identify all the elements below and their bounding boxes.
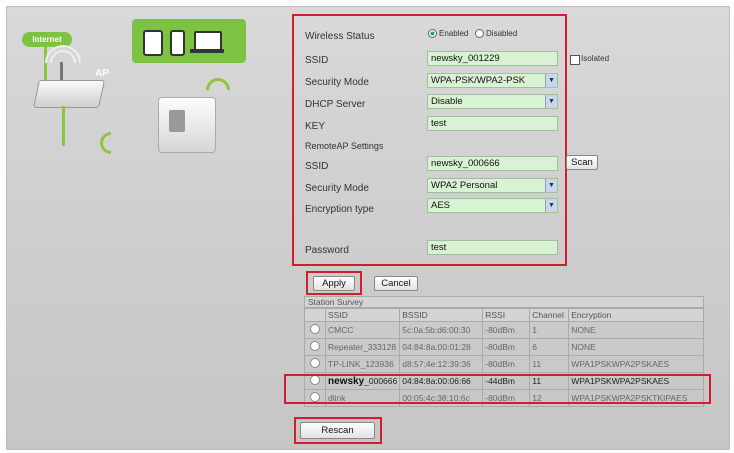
security-mode-select[interactable]: WPA-PSK/WPA2-PSK ▼ [427, 73, 558, 88]
remote-security-mode-label: Security Mode [305, 183, 369, 194]
encryption-type-value: AES [431, 200, 451, 211]
channel-cell: 6 [529, 338, 570, 356]
radio-disabled[interactable] [475, 29, 485, 39]
row-radio[interactable] [310, 358, 320, 368]
key-input[interactable]: test [427, 116, 558, 131]
encryption-type-label: Encryption type [305, 204, 374, 215]
encryption-column-header: Encryption [568, 308, 704, 322]
channel-cell: 1 [529, 321, 570, 339]
table-row[interactable]: CMCC 5c:0a:5b:d6:00:30 -80dBm 1 NONE [304, 321, 704, 339]
bssid-cell: 5c:0a:5b:d6:00:30 [399, 321, 484, 339]
plug-icon [169, 110, 185, 132]
rescan-button[interactable]: Rescan [300, 422, 375, 439]
encryption-type-select[interactable]: AES ▼ [427, 198, 558, 213]
dhcp-server-select[interactable]: Disable ▼ [427, 94, 558, 109]
dhcp-server-label: DHCP Server [305, 99, 366, 110]
remote-ssid-input[interactable]: newsky_000666 [427, 156, 558, 171]
router-icon [33, 80, 105, 108]
ssid-cell: TP-LINK_123936 [324, 355, 401, 373]
bssid-cell: 04:84:8a:00:01:28 [399, 338, 484, 356]
encryption-cell: NONE [568, 338, 704, 356]
radio-enabled[interactable] [428, 29, 437, 39]
remote-ap-heading: RemoteAP Settings [305, 141, 384, 151]
wireless-status-label: Wireless Status [305, 31, 375, 42]
laptop-base-icon [190, 49, 224, 53]
survey-title: Station Survey [304, 296, 704, 308]
rssi-cell: -80dBm [482, 321, 531, 339]
scan-button[interactable]: Scan [566, 155, 598, 170]
encryption-cell: WPA1PSKWPA2PSKAES [568, 355, 704, 373]
remote-security-mode-select[interactable]: WPA2 Personal ▼ [427, 178, 558, 193]
phone-icon [170, 30, 185, 56]
apply-button[interactable]: Apply [313, 276, 355, 291]
rssi-cell: -80dBm [482, 338, 531, 356]
cancel-button[interactable]: Cancel [374, 276, 418, 291]
table-row[interactable]: Repeater_333128 04:84:8a:00:01:28 -80dBm… [304, 338, 704, 356]
isolated-checkbox[interactable] [570, 55, 580, 65]
wireless-status-radio-group[interactable]: Enabled Disabled [428, 29, 518, 39]
chevron-down-icon[interactable]: ▼ [545, 199, 557, 212]
client-devices-panel [132, 19, 246, 63]
ssid-label: SSID [305, 55, 329, 66]
radio-disabled-label: Disabled [486, 29, 518, 38]
security-mode-value: WPA-PSK/WPA2-PSK [431, 75, 526, 86]
channel-cell: 11 [529, 355, 570, 373]
bssid-cell: d8:57:4e:12:39:36 [399, 355, 484, 373]
router-antenna-icon [60, 62, 63, 82]
chevron-down-icon[interactable]: ▼ [545, 74, 557, 87]
ssid-cell: CMCC [324, 321, 401, 339]
remote-ssid-label: SSID [305, 161, 329, 172]
row-radio[interactable] [310, 341, 320, 351]
ssid-input[interactable]: newsky_001229 [427, 51, 558, 66]
chevron-down-icon[interactable]: ▼ [545, 95, 557, 108]
laptop-icon [194, 31, 222, 51]
rssi-column-header: RSSI [482, 308, 531, 322]
ap-link-line [62, 106, 65, 146]
rssi-cell: -80dBm [482, 355, 531, 373]
channel-column-header: Channel [529, 308, 570, 322]
selected-network-highlight-box [284, 374, 711, 404]
isolated-label: Isolated [581, 54, 610, 63]
password-input[interactable]: test [427, 240, 558, 255]
radio-enabled-label: Enabled [439, 29, 469, 38]
row-select-cell[interactable] [304, 355, 326, 373]
row-select-cell[interactable] [304, 338, 326, 356]
ap-label: AP [95, 68, 109, 79]
chevron-down-icon[interactable]: ▼ [545, 179, 557, 192]
row-select-cell[interactable] [304, 321, 326, 339]
bssid-column-header: BSSID [399, 308, 484, 322]
dhcp-server-value: Disable [431, 96, 463, 107]
password-label: Password [305, 245, 349, 256]
repeater-device-icon [158, 97, 216, 153]
tablet-icon [143, 30, 163, 56]
security-mode-label: Security Mode [305, 77, 369, 88]
ssid-column-header: SSID [324, 308, 401, 322]
row-radio[interactable] [310, 324, 320, 334]
select-column-header [304, 308, 326, 322]
table-row[interactable]: TP-LINK_123936 d8:57:4e:12:39:36 -80dBm … [304, 355, 704, 373]
survey-header-row: SSID BSSID RSSI Channel Encryption [304, 308, 704, 322]
remote-security-mode-value: WPA2 Personal [431, 180, 498, 191]
key-label: KEY [305, 121, 326, 132]
ssid-cell: Repeater_333128 [324, 338, 401, 356]
encryption-cell: NONE [568, 321, 704, 339]
